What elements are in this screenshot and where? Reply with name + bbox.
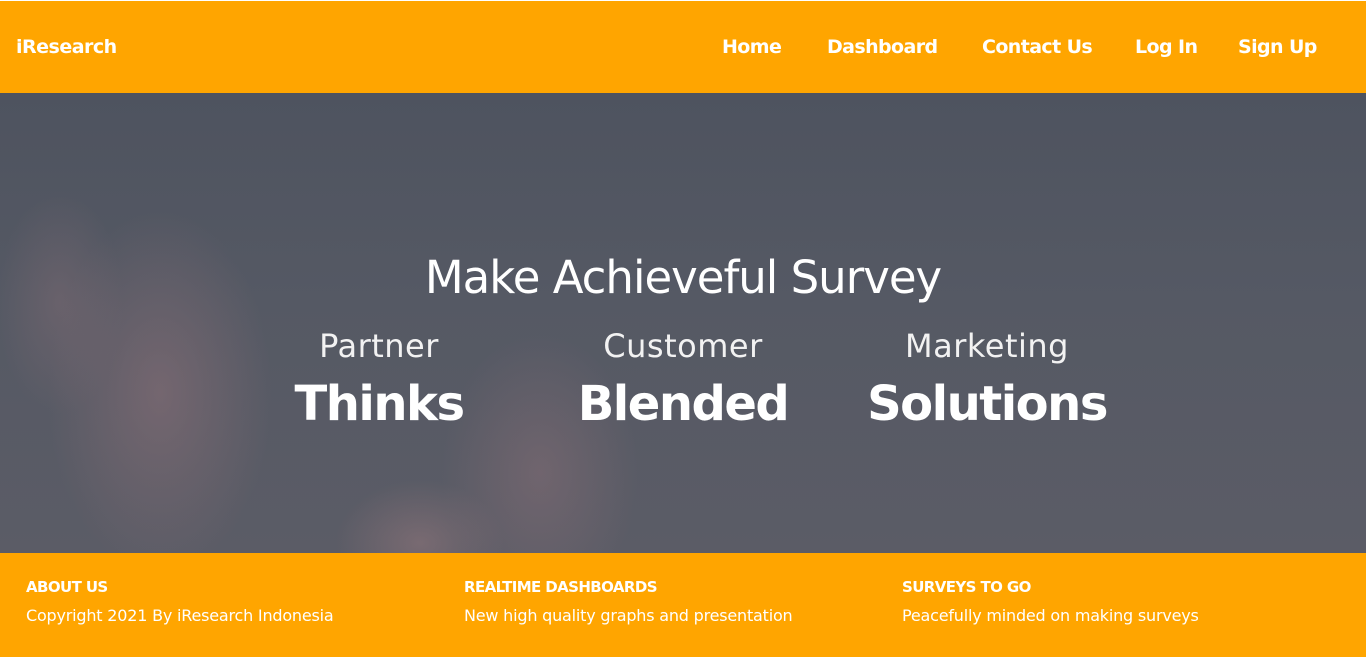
feature-label: Marketing <box>905 327 1069 365</box>
feature-label: Partner <box>319 327 439 365</box>
footer: ABOUT US Copyright 2021 By iResearch Ind… <box>0 553 1366 657</box>
nav-link-log-in[interactable]: Log In <box>1135 1 1198 93</box>
nav-link-contact-us[interactable]: Contact Us <box>982 1 1093 93</box>
footer-heading: REALTIME DASHBOARDS <box>464 578 658 596</box>
hero-banner: Make Achieveful Survey Partner Thinks Cu… <box>0 93 1366 553</box>
top-navbar: iResearch Home Dashboard Contact Us Log … <box>0 1 1366 93</box>
feature-word: Blended <box>577 376 790 432</box>
feature-word: Solutions <box>867 376 1108 432</box>
feature-customer: Customer Blended <box>533 321 833 435</box>
nav-link-dashboard[interactable]: Dashboard <box>827 1 938 93</box>
nav-link-home[interactable]: Home <box>722 1 782 93</box>
footer-column-about-us: ABOUT US Copyright 2021 By iResearch Ind… <box>26 577 334 626</box>
nav-link-sign-up[interactable]: Sign Up <box>1238 1 1317 93</box>
hero-title: Make Achieveful Survey <box>424 251 942 304</box>
footer-heading: ABOUT US <box>26 578 108 596</box>
footer-text: Peacefully minded on making surveys <box>902 606 1199 625</box>
feature-word: Thinks <box>294 376 465 432</box>
footer-text: New high quality graphs and presentation <box>464 606 793 625</box>
feature-partner: Partner Thinks <box>229 321 529 435</box>
feature-label: Customer <box>603 327 763 365</box>
footer-heading: SURVEYS TO GO <box>902 578 1031 596</box>
feature-marketing: Marketing Solutions <box>837 321 1137 435</box>
nav-links: Home Dashboard Contact Us Log In Sign Up <box>0 1 1366 93</box>
footer-column-surveys-to-go: SURVEYS TO GO Peacefully minded on makin… <box>902 577 1199 626</box>
footer-text: Copyright 2021 By iResearch Indonesia <box>26 606 334 625</box>
footer-column-realtime-dashboards: REALTIME DASHBOARDS New high quality gra… <box>464 577 793 626</box>
